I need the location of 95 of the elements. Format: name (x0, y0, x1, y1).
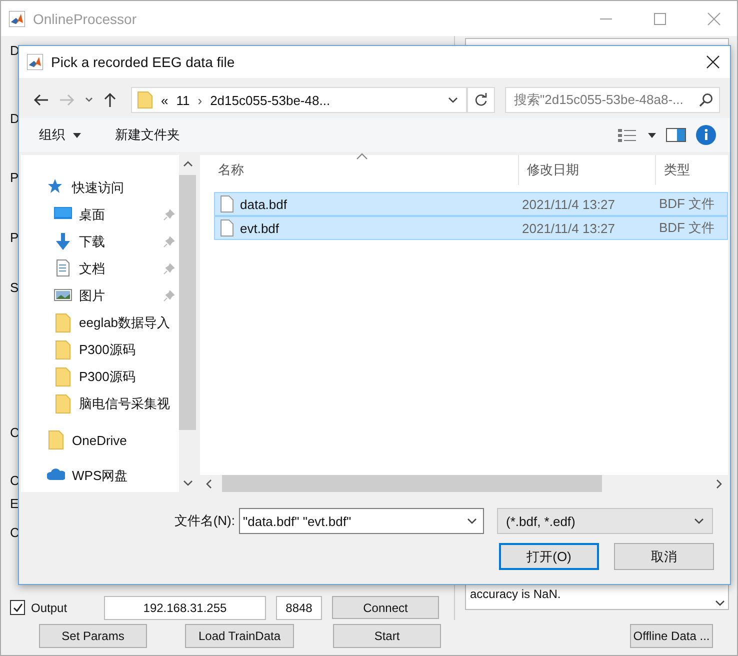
dropdown-caret-icon (694, 518, 704, 524)
checkbox-label: Output (31, 600, 68, 614)
scroll-left-icon[interactable] (206, 478, 212, 488)
search-icon[interactable] (699, 93, 713, 107)
nav-item[interactable]: 桌面 (21, 201, 179, 228)
action-button[interactable]: Load TrainData (185, 624, 294, 648)
close-icon[interactable] (706, 55, 720, 69)
caret-icon[interactable] (648, 132, 656, 138)
search-field[interactable]: 搜索"2d15c055-53be-48a8-... (505, 87, 720, 113)
scroll-down-icon[interactable] (182, 480, 192, 486)
folder-icon (54, 394, 72, 414)
scroll-right-icon[interactable] (716, 478, 722, 488)
open-button[interactable]: 打开(O) (499, 543, 599, 570)
pin-icon (163, 262, 175, 274)
breadcrumb-separator[interactable]: › (198, 92, 202, 108)
file-name: evt.bdf (240, 220, 280, 236)
down-arrow-icon (54, 232, 72, 252)
dropdown-caret-icon[interactable] (467, 518, 477, 524)
file-type: BDF 文件 (659, 195, 715, 213)
view-options-icon[interactable] (618, 128, 638, 142)
caret-icon[interactable] (85, 97, 93, 103)
cancel-button[interactable]: 取消 (614, 543, 714, 570)
back-arrow-icon[interactable] (33, 93, 49, 107)
connect-button[interactable]: Connect (332, 596, 439, 619)
group-label: S (10, 280, 19, 295)
maximize-icon[interactable] (653, 12, 667, 26)
app-logo-icon (9, 10, 25, 26)
address-field[interactable]: 192.168.31.255 (104, 596, 266, 620)
column-header[interactable]: 类型 (656, 155, 728, 185)
scrollbar[interactable] (200, 475, 728, 492)
port-field[interactable]: 8848 (276, 596, 322, 620)
app-logo-icon (27, 54, 43, 70)
checkbox[interactable] (10, 600, 25, 615)
folder-icon (137, 91, 153, 109)
file-date: 2021/11/4 13:27 (522, 196, 616, 212)
up-arrow-icon[interactable] (103, 92, 117, 108)
nav-item[interactable]: OneDrive (21, 426, 179, 454)
action-button[interactable]: Set Params (39, 624, 147, 648)
action-button[interactable]: Offline Data ... (630, 624, 713, 648)
breadcrumb-item[interactable]: 11 (176, 92, 190, 108)
refresh-button[interactable] (467, 87, 495, 113)
scrollbar[interactable] (179, 155, 196, 492)
nav-item[interactable]: 快速访问 (21, 174, 179, 201)
group-label: E (10, 496, 19, 511)
folder-icon (47, 430, 65, 450)
nav-item[interactable]: 下载 (21, 228, 179, 255)
column-header[interactable]: 修改日期 (519, 155, 656, 185)
folder-icon (54, 312, 72, 332)
nav-item[interactable]: 文档 (21, 255, 179, 282)
file-type: BDF 文件 (659, 219, 715, 237)
file-row[interactable]: data.bdf 2021/11/4 13:27 BDF 文件 (214, 192, 728, 216)
file-name: data.bdf (240, 196, 287, 212)
new-folder-button[interactable]: 新建文件夹 (107, 126, 188, 144)
dialog-title: Pick a recorded EEG data file (51, 54, 235, 70)
scroll-down-icon[interactable] (715, 599, 725, 607)
log-text: accuracy is NaN. (470, 587, 561, 601)
window-title: OnlineProcessor (33, 10, 136, 26)
folder-icon (54, 366, 72, 386)
nav-item[interactable]: P300源码 (21, 363, 179, 390)
nav-item[interactable]: 图片 (21, 282, 179, 309)
overflow-chevron[interactable]: « (161, 92, 168, 108)
group-label: P (10, 230, 19, 245)
file-type-dropdown[interactable]: (*.bdf, *.edf) (497, 508, 713, 534)
pin-icon (163, 236, 175, 248)
sort-caret-icon (356, 153, 368, 160)
pin-icon (163, 208, 175, 220)
document-icon (54, 258, 72, 278)
group-label: C (10, 425, 20, 440)
address-bar[interactable]: « 11 › 2d15c055-53be-48... (131, 87, 467, 113)
scroll-up-icon[interactable] (182, 161, 192, 167)
file-date: 2021/11/4 13:27 (522, 220, 616, 236)
caret-icon (73, 132, 81, 138)
nav-item[interactable]: P300源码 (21, 336, 179, 363)
file-icon (220, 195, 234, 213)
group-label: P (10, 170, 19, 185)
pin-icon (163, 290, 175, 302)
dropdown-caret-icon[interactable] (448, 97, 458, 103)
help-icon[interactable] (696, 125, 716, 145)
file-row[interactable]: evt.bdf 2021/11/4 13:27 BDF 文件 (214, 216, 728, 240)
filename-field[interactable]: "data.bdf" "evt.bdf" (239, 508, 484, 534)
breadcrumb-item[interactable]: 2d15c055-53be-48... (210, 92, 330, 108)
nav-item[interactable]: 脑电信号采集视 (21, 390, 179, 417)
group-label: C (10, 473, 20, 488)
group-label: C (10, 525, 20, 540)
organize-menu[interactable]: 组织 (31, 126, 89, 144)
preview-pane-icon[interactable] (666, 128, 686, 142)
folder-icon (54, 340, 72, 360)
refresh-icon (474, 93, 488, 107)
nav-item[interactable]: WPS网盘 (21, 462, 179, 490)
column-header[interactable]: 名称 (210, 155, 519, 185)
file-icon (220, 219, 234, 237)
checkmark-icon (12, 602, 24, 614)
action-button[interactable]: Start (333, 624, 441, 648)
nav-item[interactable]: eeglab数据导入 (21, 309, 179, 336)
field-label: 文件名(N): (173, 512, 236, 530)
